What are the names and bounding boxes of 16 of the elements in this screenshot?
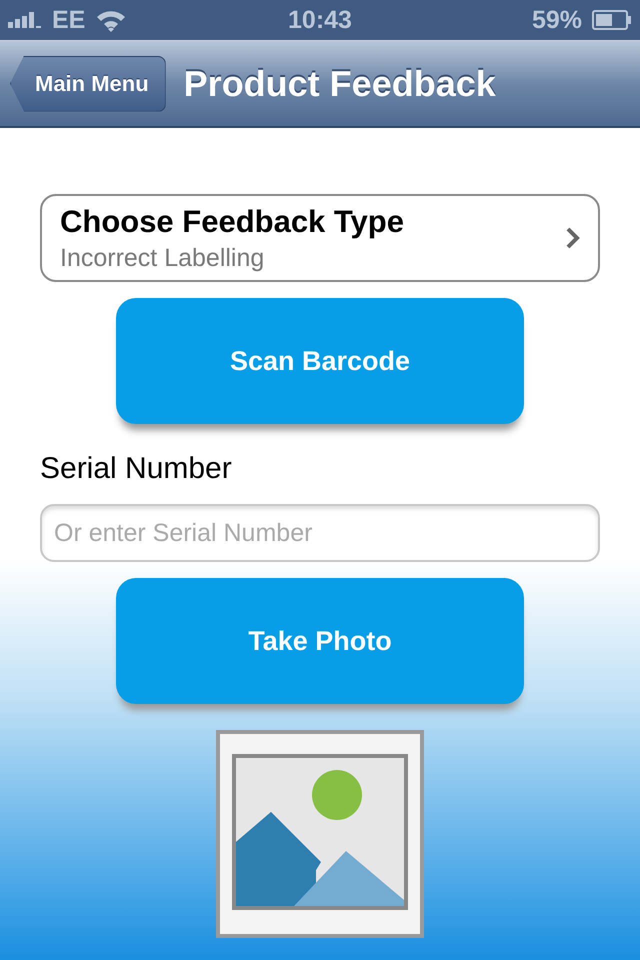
scan-barcode-button[interactable]: Scan Barcode: [116, 298, 524, 424]
chevron-icon: [566, 227, 580, 249]
battery-percentage: 59%: [532, 6, 582, 34]
feedback-type-value: Incorrect Labelling: [60, 244, 266, 272]
feedback-type-label: Choose Feedback Type: [60, 204, 404, 240]
battery-icon: [592, 10, 632, 30]
serial-number-field[interactable]: Or enter Serial Number: [40, 504, 600, 562]
take-photo-button[interactable]: Take Photo: [116, 578, 524, 704]
signal-icon: [8, 12, 42, 28]
back-button[interactable]: Main Menu: [10, 56, 166, 112]
page-title: Product Feedback: [184, 62, 496, 104]
clock-time: 10:43: [288, 6, 352, 34]
image-placeholder-icon: [216, 730, 424, 938]
carrier-name: EE: [52, 6, 86, 34]
serial-number-label: Serial Number: [40, 452, 232, 486]
feedback-type-selector[interactable]: Choose Feedback Type Incorrect Labelling: [40, 194, 600, 282]
